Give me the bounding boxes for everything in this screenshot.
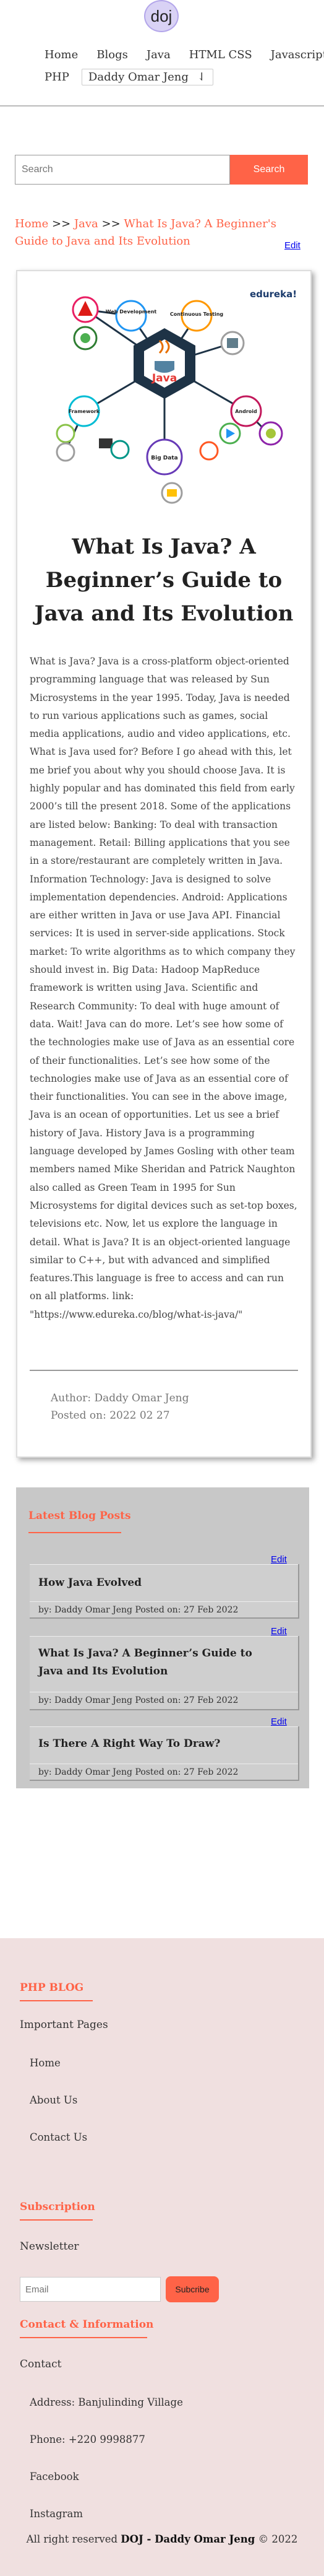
copyright: All right reserved DOJ - Daddy Omar Jeng… [20, 2531, 304, 2548]
newsletter-email-input[interactable] [20, 2277, 161, 2302]
site-header: doj Home Blogs Java HTML CSS Javascript … [0, 0, 324, 107]
footer-pages-heading: Important Pages [20, 2019, 108, 2031]
user-menu-dropdown[interactable]: Daddy Omar Jeng ⇃ [81, 68, 213, 85]
footer-address: Address: Banjulinding Village [30, 2396, 183, 2408]
main-nav: Home Blogs Java HTML CSS Javascript PHP … [45, 43, 324, 88]
hero-label: Web Development [106, 309, 157, 315]
newsletter-form: Subcribe [20, 2276, 219, 2302]
site-logo[interactable]: doj [144, 0, 179, 32]
breadcrumb-home[interactable]: Home [15, 217, 48, 230]
footer-link-contact[interactable]: Contact Us [30, 2131, 87, 2143]
copyright-suffix: © 2022 [258, 2533, 298, 2545]
edit-post-link[interactable]: Edit [271, 1554, 287, 1565]
post-title[interactable]: How Java Evolved [38, 1574, 273, 1592]
hero-label: Continuous Testing [170, 311, 224, 317]
edit-post-link[interactable]: Edit [271, 1717, 287, 1727]
edit-post-link[interactable]: Edit [271, 1626, 287, 1637]
footer-underline [20, 2337, 147, 2338]
hero-brand: edureka! [250, 289, 297, 300]
java-hero-image: Java Web Development Continuous Testing … [56, 289, 297, 504]
footer-blog-title: PHP BLOG [20, 1982, 84, 1994]
nav-blogs[interactable]: Blogs [96, 48, 128, 61]
nav-home[interactable]: Home [45, 48, 78, 61]
nav-php[interactable]: PHP [45, 71, 69, 84]
article-author: Author: Daddy Omar Jeng [51, 1392, 189, 1404]
footer-contact-heading: Contact [20, 2358, 62, 2370]
footer-instagram-link[interactable]: Instagram [30, 2508, 83, 2520]
post-card[interactable]: Is There A Right Way To Draw? by: Daddy … [30, 1726, 299, 1781]
nav-javascript[interactable]: Javascript [271, 48, 324, 61]
post-divider [30, 1564, 298, 1565]
breadcrumb-separator: >> [52, 217, 71, 230]
latest-posts-title: Latest Blog Posts [28, 1510, 131, 1522]
article-posted-date: Posted on: 2022 02 27 [51, 1409, 170, 1422]
nav-row-1: Home Blogs Java HTML CSS Javascript [45, 43, 324, 66]
copyright-prefix: All right reserved [26, 2533, 118, 2545]
post-divider [30, 1726, 298, 1727]
footer-subscription-title: Subscription [20, 2201, 95, 2213]
post-meta: by: Daddy Omar Jeng Posted on: 27 Feb 20… [38, 1767, 239, 1777]
hero-center-label: Java [151, 372, 177, 385]
post-card[interactable]: How Java Evolved by: Daddy Omar Jeng Pos… [30, 1564, 299, 1619]
site-footer: PHP BLOG Important Pages Home About Us C… [0, 1938, 324, 2576]
subscribe-button[interactable]: Subcribe [166, 2276, 219, 2302]
copyright-brand: DOJ - Daddy Omar Jeng [121, 2533, 255, 2545]
breadcrumb-separator: >> [101, 217, 121, 230]
post-card[interactable]: What Is Java? A Beginner’s Guide to Java… [30, 1636, 299, 1710]
article-body: What is Java? Java is a cross-platform o… [30, 656, 297, 1320]
footer-link-home[interactable]: Home [30, 2057, 61, 2069]
search-bar: Search [15, 155, 308, 185]
edit-article-link[interactable]: Edit [284, 240, 301, 251]
nav-row-2: PHP Daddy Omar Jeng ⇃ [45, 66, 317, 88]
nav-html-css[interactable]: HTML CSS [189, 48, 252, 61]
breadcrumb-category[interactable]: Java [74, 217, 98, 230]
hero-label: Framework [69, 409, 100, 414]
post-meta: by: Daddy Omar Jeng Posted on: 27 Feb 20… [38, 1605, 239, 1615]
logo-text[interactable]: doj [151, 7, 173, 26]
footer-facebook-link[interactable]: Facebook [30, 2471, 79, 2482]
footer-contact-title: Contact & Information [20, 2318, 154, 2331]
post-divider [30, 1601, 298, 1602]
footer-underline [20, 2219, 93, 2221]
nav-java[interactable]: Java [147, 48, 171, 61]
latest-posts-underline [28, 1532, 121, 1533]
footer-underline [20, 2000, 93, 2001]
footer-phone: Phone: +220 9998877 [30, 2434, 145, 2445]
post-title[interactable]: Is There A Right Way To Draw? [38, 1735, 273, 1753]
post-meta: by: Daddy Omar Jeng Posted on: 27 Feb 20… [38, 1695, 239, 1705]
post-divider [30, 1636, 298, 1637]
latest-posts-section: Latest Blog Posts Edit How Java Evolved … [16, 1487, 309, 1788]
footer-newsletter-heading: Newsletter [20, 2240, 79, 2253]
hero-label: Big Data [151, 455, 177, 461]
user-menu-label: Daddy Omar Jeng [88, 70, 189, 84]
article-card: Java Web Development Continuous Testing … [16, 270, 312, 1458]
article-meta: Author: Daddy Omar Jeng Posted on: 2022 … [51, 1390, 189, 1424]
article-divider [30, 1370, 298, 1371]
hero-label: Android [235, 409, 257, 414]
search-button[interactable]: Search [230, 155, 308, 185]
footer-link-about[interactable]: About Us [30, 2094, 77, 2106]
search-input[interactable] [15, 155, 230, 185]
breadcrumb: Home >> Java >> What Is Java? A Beginner… [15, 215, 305, 250]
article-title: What Is Java? A Beginner’s Guide to Java… [34, 534, 294, 626]
post-title[interactable]: What Is Java? A Beginner’s Guide to Java… [38, 1645, 273, 1681]
chevron-down-icon: ⇃ [197, 70, 207, 84]
